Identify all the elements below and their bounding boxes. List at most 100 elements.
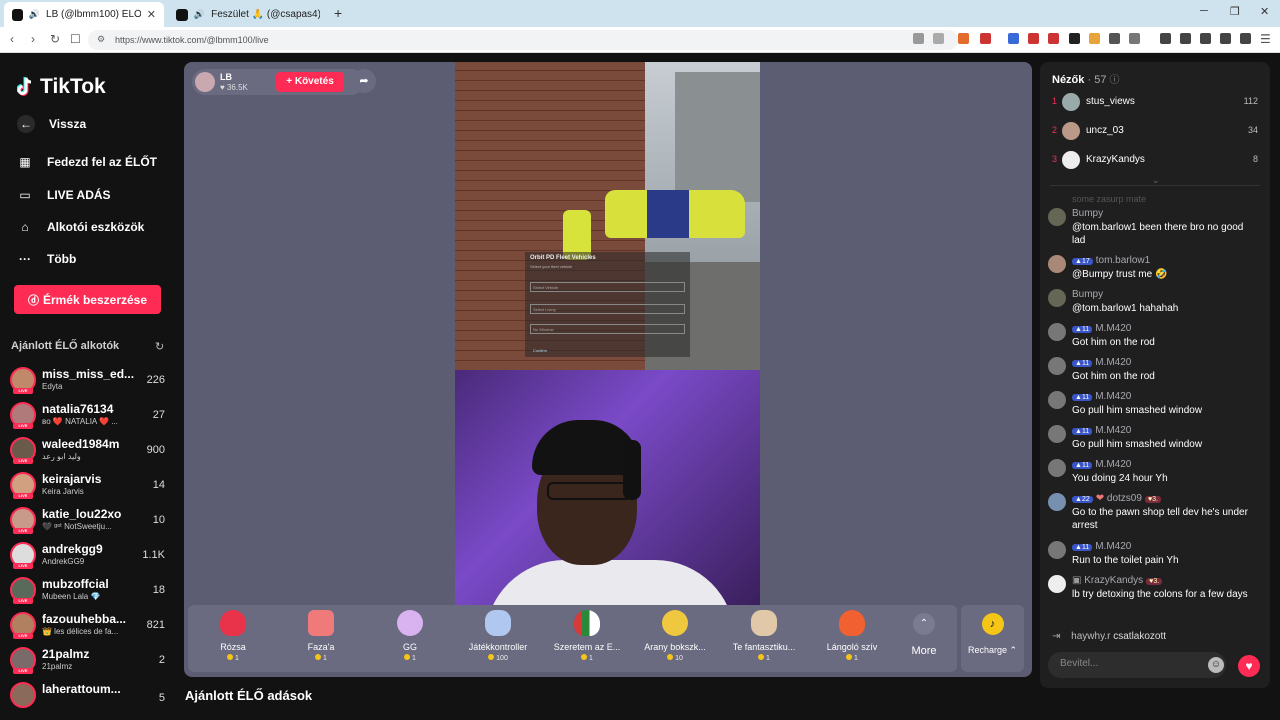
nav-creator-tools[interactable]: ⌂ Alkotói eszközök xyxy=(17,219,144,235)
extension-icon[interactable] xyxy=(980,33,991,44)
creator-item[interactable]: LIVE fazouuhebba... 👑 les délices de fa.… xyxy=(10,610,170,642)
chat-username[interactable]: M.M420 xyxy=(1095,357,1131,368)
avatar[interactable] xyxy=(1048,391,1066,409)
creator-item[interactable]: LIVE katie_lou22xo 🖤 ᵍᵉᵗ NotSweetju... 1… xyxy=(10,505,170,537)
extension-icon[interactable] xyxy=(1048,33,1059,44)
chat-username[interactable]: M.M420 xyxy=(1095,459,1131,470)
avatar[interactable] xyxy=(1048,357,1066,375)
viewers-heading[interactable]: Nézők · 57 ⓘ xyxy=(1052,71,1120,86)
chat-username[interactable]: M.M420 xyxy=(1095,391,1131,402)
get-coins-button[interactable]: ⓓ Érmék beszerzése xyxy=(14,285,161,314)
nav-label: Fedezd fel az ÉLŐT xyxy=(47,155,158,169)
gift-item[interactable]: Arany bokszk... 10 xyxy=(633,610,717,662)
avatar[interactable] xyxy=(1048,493,1066,511)
browser-tab-active[interactable]: 🔊 LB (@lbmm100) ÉLŐ adásban ✕ xyxy=(4,2,164,27)
info-icon[interactable]: ⓘ xyxy=(1110,75,1120,86)
leo-icon[interactable] xyxy=(1220,33,1231,44)
host-avatar[interactable] xyxy=(195,72,215,92)
avatar[interactable] xyxy=(1048,208,1066,226)
wallet-icon[interactable] xyxy=(1200,33,1211,44)
extension-icon[interactable] xyxy=(1089,33,1100,44)
browser-tab[interactable]: 🔊 Feszület 🙏 (@csapas4) ÉLŐ adá xyxy=(168,2,328,27)
minimize-icon[interactable]: ─ xyxy=(1200,5,1208,17)
brave-shield-icon[interactable] xyxy=(958,33,969,44)
creator-item[interactable]: laherattoum... 5 xyxy=(10,680,170,712)
level-badge-value: 11 xyxy=(1081,326,1090,333)
restore-icon[interactable]: ❐ xyxy=(1230,5,1240,18)
chat-username[interactable]: Bumpy xyxy=(1072,208,1103,219)
close-window-icon[interactable]: ✕ xyxy=(1260,5,1269,18)
recommended-heading: Ajánlott ÉLŐ alkotók xyxy=(11,340,120,352)
gift-item[interactable]: Játékkontroller 100 xyxy=(456,610,540,662)
recharge-button[interactable]: ♪ Recharge ⌃ xyxy=(961,605,1024,672)
follow-button[interactable]: + Követés xyxy=(276,72,344,92)
gift-item[interactable]: Lángoló szív 1 xyxy=(810,610,894,662)
extension-icon[interactable] xyxy=(1109,33,1120,44)
vpn-icon[interactable] xyxy=(1240,33,1251,44)
menu-icon[interactable]: ☰ xyxy=(1260,32,1271,46)
tiktok-logo[interactable]: TikTok xyxy=(17,75,106,99)
chat-username[interactable]: tom.barlow1 xyxy=(1096,255,1150,266)
extension-icon[interactable] xyxy=(1008,33,1019,44)
creator-item[interactable]: LIVE 21palmz 21palmz 2 xyxy=(10,645,170,677)
nav-more[interactable]: ··· Több xyxy=(17,251,76,267)
gift-item[interactable]: Faza'a 1 xyxy=(279,610,363,662)
avatar[interactable] xyxy=(1048,323,1066,341)
extension-icon[interactable] xyxy=(1129,33,1140,44)
gift-item[interactable]: Szeretem az E... 1 xyxy=(545,610,629,662)
back-link[interactable]: ← Vissza xyxy=(17,115,86,133)
back-icon[interactable]: ‹ xyxy=(10,32,14,46)
avatar[interactable] xyxy=(1048,459,1066,477)
top-viewer[interactable]: 3 KrazyKandys 8 xyxy=(1052,150,1262,170)
nav-live-broadcast[interactable]: ▭ LIVE ADÁS xyxy=(17,187,110,203)
extension-icon[interactable] xyxy=(913,33,924,44)
creator-item[interactable]: LIVE mubzoffcial Mubeen Lala 💎 18 xyxy=(10,575,170,607)
avatar[interactable] xyxy=(1048,289,1066,307)
creator-item[interactable]: LIVE waleed1984m وليد ابو رعد 900 xyxy=(10,435,170,467)
gift-item[interactable]: Te fantasztiku... 1 xyxy=(722,610,806,662)
music-icon[interactable] xyxy=(1160,33,1171,44)
more-gifts-button[interactable]: ⌃ More xyxy=(894,613,954,657)
host-likes: ♥ 36.5K xyxy=(220,83,248,92)
chat-username[interactable]: M.M420 xyxy=(1095,541,1131,552)
sidebar-icon[interactable] xyxy=(1180,33,1191,44)
chat-input[interactable] xyxy=(1060,658,1190,669)
gift-item[interactable]: Rózsa 1 xyxy=(191,610,275,662)
creator-name: laherattoum... xyxy=(42,682,121,696)
share-icon[interactable]: ➦ xyxy=(352,69,376,93)
chat-username[interactable]: M.M420 xyxy=(1095,323,1131,334)
chat-username[interactable]: dotzs09 xyxy=(1107,493,1142,504)
close-tab-icon[interactable]: ✕ xyxy=(147,8,156,21)
url-field[interactable]: ⚙ https://www.tiktok.com/@lbmm100/live xyxy=(88,30,958,50)
extension-icon[interactable] xyxy=(1069,33,1080,44)
site-info-icon[interactable]: ⚙ xyxy=(97,34,105,45)
nav-explore-live[interactable]: ▦ Fedezd fel az ÉLŐT xyxy=(17,154,157,170)
chat-username[interactable]: M.M420 xyxy=(1095,425,1131,436)
live-player[interactable]: Orbit PD Fleet Vehicles Select your flee… xyxy=(184,62,1032,677)
joined-username[interactable]: haywhy.r xyxy=(1071,631,1110,642)
zoom-icon[interactable] xyxy=(933,33,944,44)
creator-nickname: وليد ابو رعد xyxy=(42,452,81,461)
top-viewer[interactable]: 2 uncz_03 34 xyxy=(1052,121,1262,141)
avatar[interactable] xyxy=(1048,541,1066,559)
emoji-icon[interactable]: ☺ xyxy=(1208,657,1224,673)
gift-item[interactable]: GG 1 xyxy=(368,610,452,662)
avatar[interactable] xyxy=(1048,575,1066,593)
refresh-icon[interactable]: ↻ xyxy=(155,340,164,353)
creator-item[interactable]: LIVE keirajarvis Keira Jarvis 14 xyxy=(10,470,170,502)
top-viewer[interactable]: 1 stus_views 112 xyxy=(1052,92,1262,112)
new-tab-icon[interactable]: + xyxy=(334,5,342,21)
creator-item[interactable]: LIVE miss_miss_ed... Edyta 226 xyxy=(10,365,170,397)
like-heart-icon[interactable]: ♥ xyxy=(1238,655,1260,677)
bookmark-icon[interactable]: ☐ xyxy=(70,32,81,46)
host-info[interactable]: LB ♥ 36.5K + Követés ➦ xyxy=(192,69,376,95)
chat-username[interactable]: Bumpy xyxy=(1072,289,1103,300)
forward-icon[interactable]: › xyxy=(31,32,35,46)
creator-item[interactable]: LIVE natalia76134 вo ❤️ NATALIA ❤️ ... 2… xyxy=(10,400,170,432)
avatar[interactable] xyxy=(1048,425,1066,443)
chat-username[interactable]: KrazyKandys xyxy=(1084,575,1143,586)
extension-icon[interactable] xyxy=(1028,33,1039,44)
avatar[interactable] xyxy=(1048,255,1066,273)
reload-icon[interactable]: ↻ xyxy=(50,32,60,46)
creator-item[interactable]: LIVE andrekgg9 AndrekGG9 1.1K xyxy=(10,540,170,572)
